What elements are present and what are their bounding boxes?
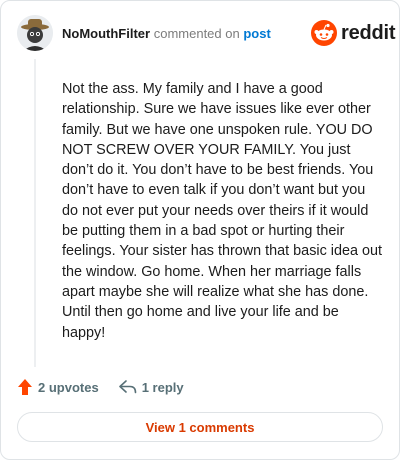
cowboy-hat-avatar-icon	[17, 15, 53, 51]
comment-actions: 2 upvotes 1 reply	[17, 378, 184, 396]
reply-arrow-icon	[118, 380, 136, 394]
upvote-button[interactable]: 2 upvotes	[17, 378, 99, 396]
reply-count: 1 reply	[141, 379, 184, 395]
view-comments-button[interactable]: View 1 comments	[17, 412, 383, 442]
post-link[interactable]: post	[243, 26, 270, 41]
reddit-logo[interactable]: reddit	[311, 20, 396, 46]
thread-line[interactable]	[34, 59, 36, 367]
comment-card: NoMouthFilter commented on post reddit N…	[0, 0, 400, 460]
reddit-wordmark: reddit	[341, 21, 396, 44]
upvote-arrow-icon	[18, 379, 32, 395]
user-avatar[interactable]	[17, 15, 53, 51]
commented-on-label: commented on	[153, 26, 240, 41]
upvote-count: 2 upvotes	[38, 379, 99, 395]
username[interactable]: NoMouthFilter	[62, 26, 150, 41]
reddit-alien-icon	[311, 20, 337, 46]
comment-body: Not the ass. My family and I have a good…	[62, 81, 382, 341]
comment-header: NoMouthFilter commented on post	[62, 26, 271, 42]
reply-button[interactable]: 1 reply	[118, 379, 184, 395]
